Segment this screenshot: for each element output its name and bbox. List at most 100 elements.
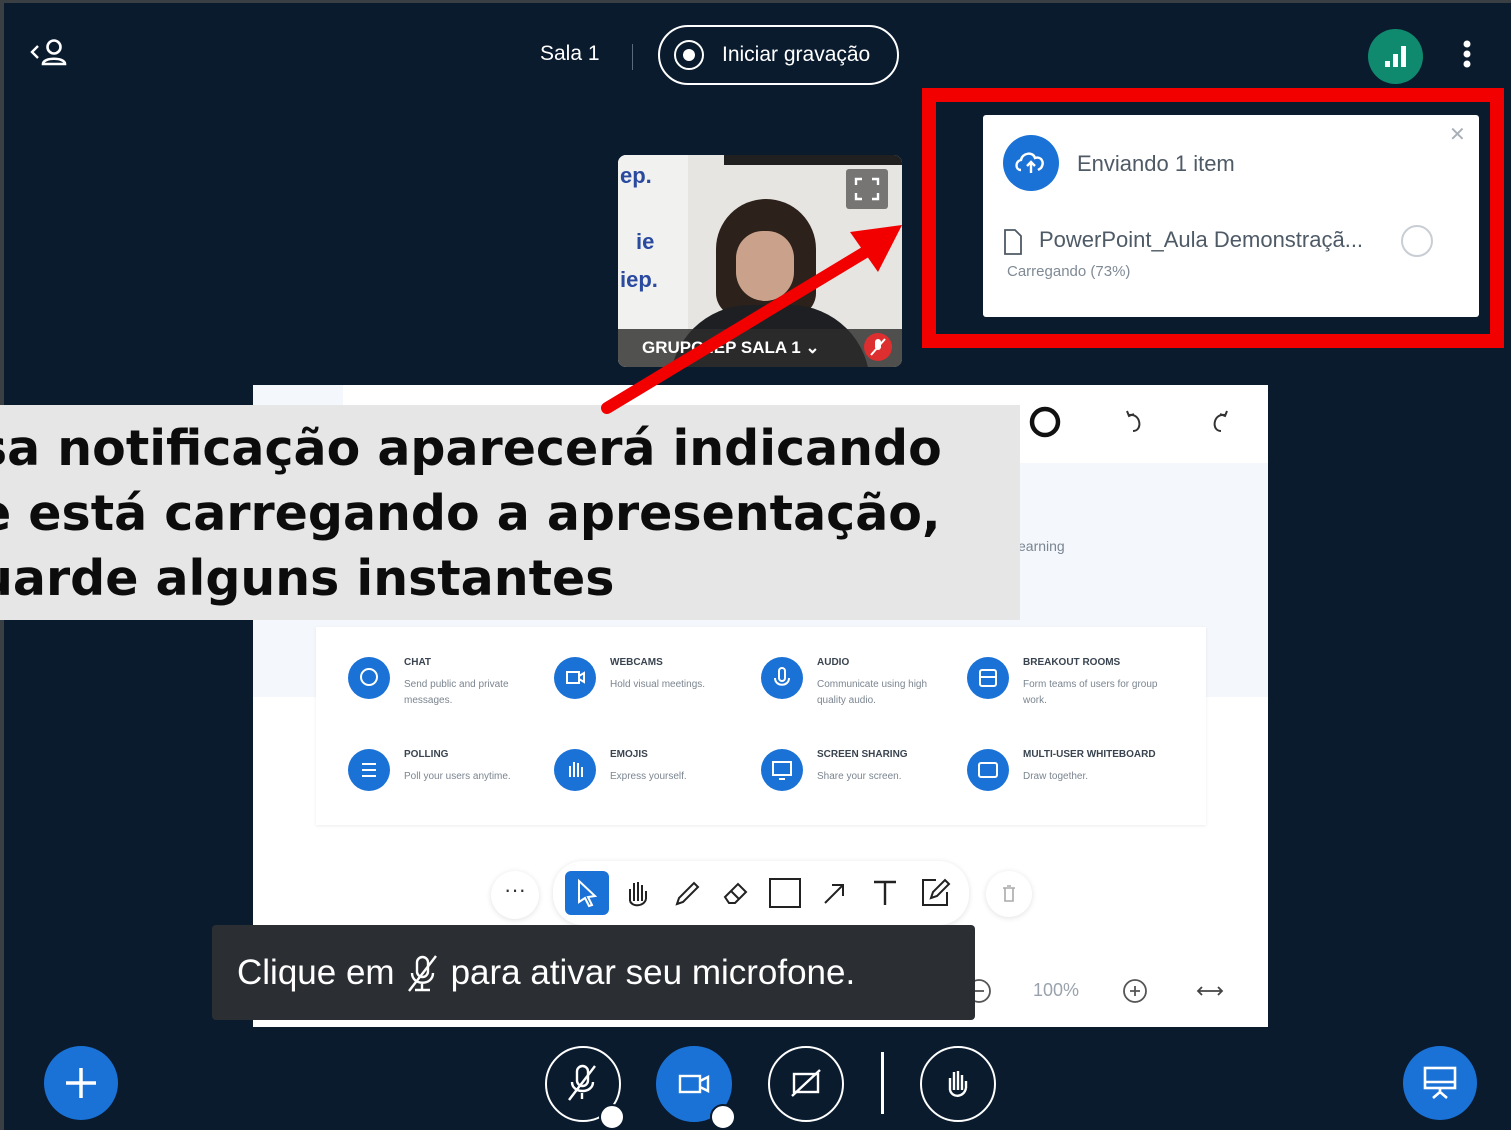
controls-divider bbox=[881, 1052, 884, 1114]
webcam-logo-mark: ie bbox=[636, 229, 655, 254]
rectangle-icon bbox=[769, 878, 801, 908]
muted-mic-icon bbox=[864, 333, 892, 361]
webcam-person-face bbox=[736, 231, 794, 301]
slide-text: earning bbox=[1018, 538, 1065, 554]
hand-icon bbox=[948, 1071, 968, 1097]
feature-description: Hold visual meetings. bbox=[610, 679, 706, 690]
screen-share-button[interactable] bbox=[768, 1046, 844, 1122]
video-icon bbox=[554, 657, 596, 699]
monitor-icon bbox=[761, 749, 803, 791]
chevron-up-icon[interactable] bbox=[710, 1104, 736, 1130]
expand-icon bbox=[854, 177, 880, 201]
feature-description: Send public and private messages. bbox=[404, 679, 509, 706]
note-tool-button[interactable] bbox=[913, 871, 957, 915]
webcam-user-name[interactable]: GRUPO IEP SALA 1 ⌄ bbox=[642, 338, 820, 358]
rectangle-tool-button[interactable] bbox=[763, 871, 807, 915]
whiteboard-icon bbox=[967, 749, 1009, 791]
feature-description: Draw together. bbox=[1023, 771, 1089, 782]
feature-webcams: WEBCAMS Hold visual meetings. bbox=[522, 657, 727, 727]
feature-title: WEBCAMS bbox=[610, 657, 663, 668]
kebab-icon bbox=[1463, 40, 1471, 68]
users-icon bbox=[30, 39, 67, 66]
delete-button[interactable] bbox=[986, 871, 1032, 917]
fit-to-width-button[interactable] bbox=[1195, 979, 1225, 1003]
webcam-scene-tv bbox=[724, 155, 902, 165]
options-menu-button[interactable] bbox=[1452, 36, 1482, 76]
arrow-tool-button[interactable] bbox=[813, 871, 857, 915]
hand-icon bbox=[629, 882, 647, 907]
trash-icon bbox=[1003, 885, 1015, 902]
actions-button[interactable] bbox=[44, 1046, 118, 1120]
fullscreen-button[interactable] bbox=[846, 169, 888, 209]
rooms-icon bbox=[967, 657, 1009, 699]
users-toggle-button[interactable] bbox=[26, 36, 74, 70]
eraser-icon bbox=[723, 882, 748, 904]
feature-description: Share your screen. bbox=[817, 771, 902, 782]
whiteboard-more-button[interactable]: ··· bbox=[491, 871, 539, 919]
webcam-logo-mark: ep. bbox=[620, 163, 652, 188]
muted-mic-icon bbox=[407, 954, 437, 992]
unmute-button[interactable] bbox=[545, 1046, 625, 1130]
feature-description: Express yourself. bbox=[610, 771, 687, 782]
whiteboard-toolbar bbox=[553, 861, 969, 925]
feature-polling: POLLING Poll your users anytime. bbox=[316, 749, 521, 819]
edit-note-icon bbox=[922, 878, 951, 906]
feature-title: BREAKOUT ROOMS bbox=[1023, 657, 1121, 668]
feature-description: Communicate using high quality audio. bbox=[817, 679, 928, 706]
feature-audio: AUDIO Communicate using high quality aud… bbox=[729, 657, 934, 727]
feature-breakout-rooms: BREAKOUT ROOMS Form teams of users for g… bbox=[935, 657, 1158, 727]
zoom-in-icon bbox=[1123, 979, 1147, 1003]
annotation-highlight-box bbox=[922, 88, 1504, 348]
text-tool-button[interactable] bbox=[863, 871, 907, 915]
features-card: CHAT Send public and private messages. W… bbox=[316, 627, 1206, 825]
feature-description: Form teams of users for group work. bbox=[1023, 679, 1158, 706]
shape-ellipse-icon bbox=[1029, 406, 1061, 438]
pointer-icon bbox=[578, 878, 598, 908]
tooltip-text-end: para ativar seu microfone. bbox=[450, 952, 856, 992]
feature-title: EMOJIS bbox=[610, 749, 648, 760]
raise-hand-button[interactable] bbox=[920, 1046, 996, 1122]
chevron-up-icon[interactable] bbox=[599, 1104, 625, 1130]
feature-emojis: EMOJIS Express yourself. bbox=[522, 749, 727, 819]
plus-icon bbox=[66, 1068, 96, 1098]
feature-title: AUDIO bbox=[817, 657, 850, 668]
connection-status-button[interactable] bbox=[1368, 29, 1423, 84]
presentation-icon bbox=[1423, 1066, 1457, 1099]
feature-description: Poll your users anytime. bbox=[404, 771, 511, 782]
record-icon bbox=[674, 40, 704, 70]
start-recording-button[interactable]: Iniciar gravação bbox=[658, 25, 899, 85]
pencil-icon bbox=[675, 881, 700, 906]
window-top-border bbox=[0, 0, 1511, 3]
fit-width-icon bbox=[1196, 986, 1224, 996]
annotation-text: sa notificação aparecerá indicando e est… bbox=[0, 420, 942, 607]
mic-icon bbox=[761, 657, 803, 699]
feature-screen-sharing: SCREEN SHARING Share your screen. bbox=[729, 749, 934, 819]
webcam-tile[interactable]: ep. ie iep. GRUPO IEP SALA 1 ⌄ bbox=[618, 155, 902, 367]
screen-share-off-icon bbox=[791, 1069, 821, 1097]
list-icon bbox=[348, 749, 390, 791]
pan-tool-button[interactable] bbox=[615, 871, 659, 915]
feature-multi-user-whiteboard: MULTI-USER WHITEBOARD Draw together. bbox=[935, 749, 1156, 819]
camera-button[interactable] bbox=[656, 1046, 736, 1130]
unmute-tooltip: Clique em para ativar seu microfone. bbox=[212, 925, 975, 1020]
zoom-in-button[interactable] bbox=[1121, 977, 1149, 1005]
topbar-divider bbox=[632, 44, 633, 70]
undo-icon bbox=[1126, 410, 1141, 432]
presentation-toggle-button[interactable] bbox=[1403, 1046, 1477, 1120]
feature-title: SCREEN SHARING bbox=[817, 749, 908, 760]
room-name: Sala 1 bbox=[540, 42, 600, 65]
feature-title: CHAT bbox=[404, 657, 432, 668]
feature-title: POLLING bbox=[404, 749, 449, 760]
select-tool-button[interactable] bbox=[565, 871, 609, 915]
feature-title: MULTI-USER WHITEBOARD bbox=[1023, 749, 1156, 760]
feature-chat: CHAT Send public and private messages. bbox=[316, 657, 521, 727]
eraser-tool-button[interactable] bbox=[713, 871, 757, 915]
pencil-tool-button[interactable] bbox=[665, 871, 709, 915]
tooltip-text-start: Clique em bbox=[237, 952, 395, 992]
redo-icon bbox=[1213, 410, 1228, 432]
hand-icon bbox=[554, 749, 596, 791]
text-icon bbox=[874, 880, 896, 905]
zoom-level: 100% bbox=[1033, 980, 1080, 1000]
arrow-icon bbox=[824, 884, 844, 904]
slide-hero bbox=[343, 385, 913, 405]
